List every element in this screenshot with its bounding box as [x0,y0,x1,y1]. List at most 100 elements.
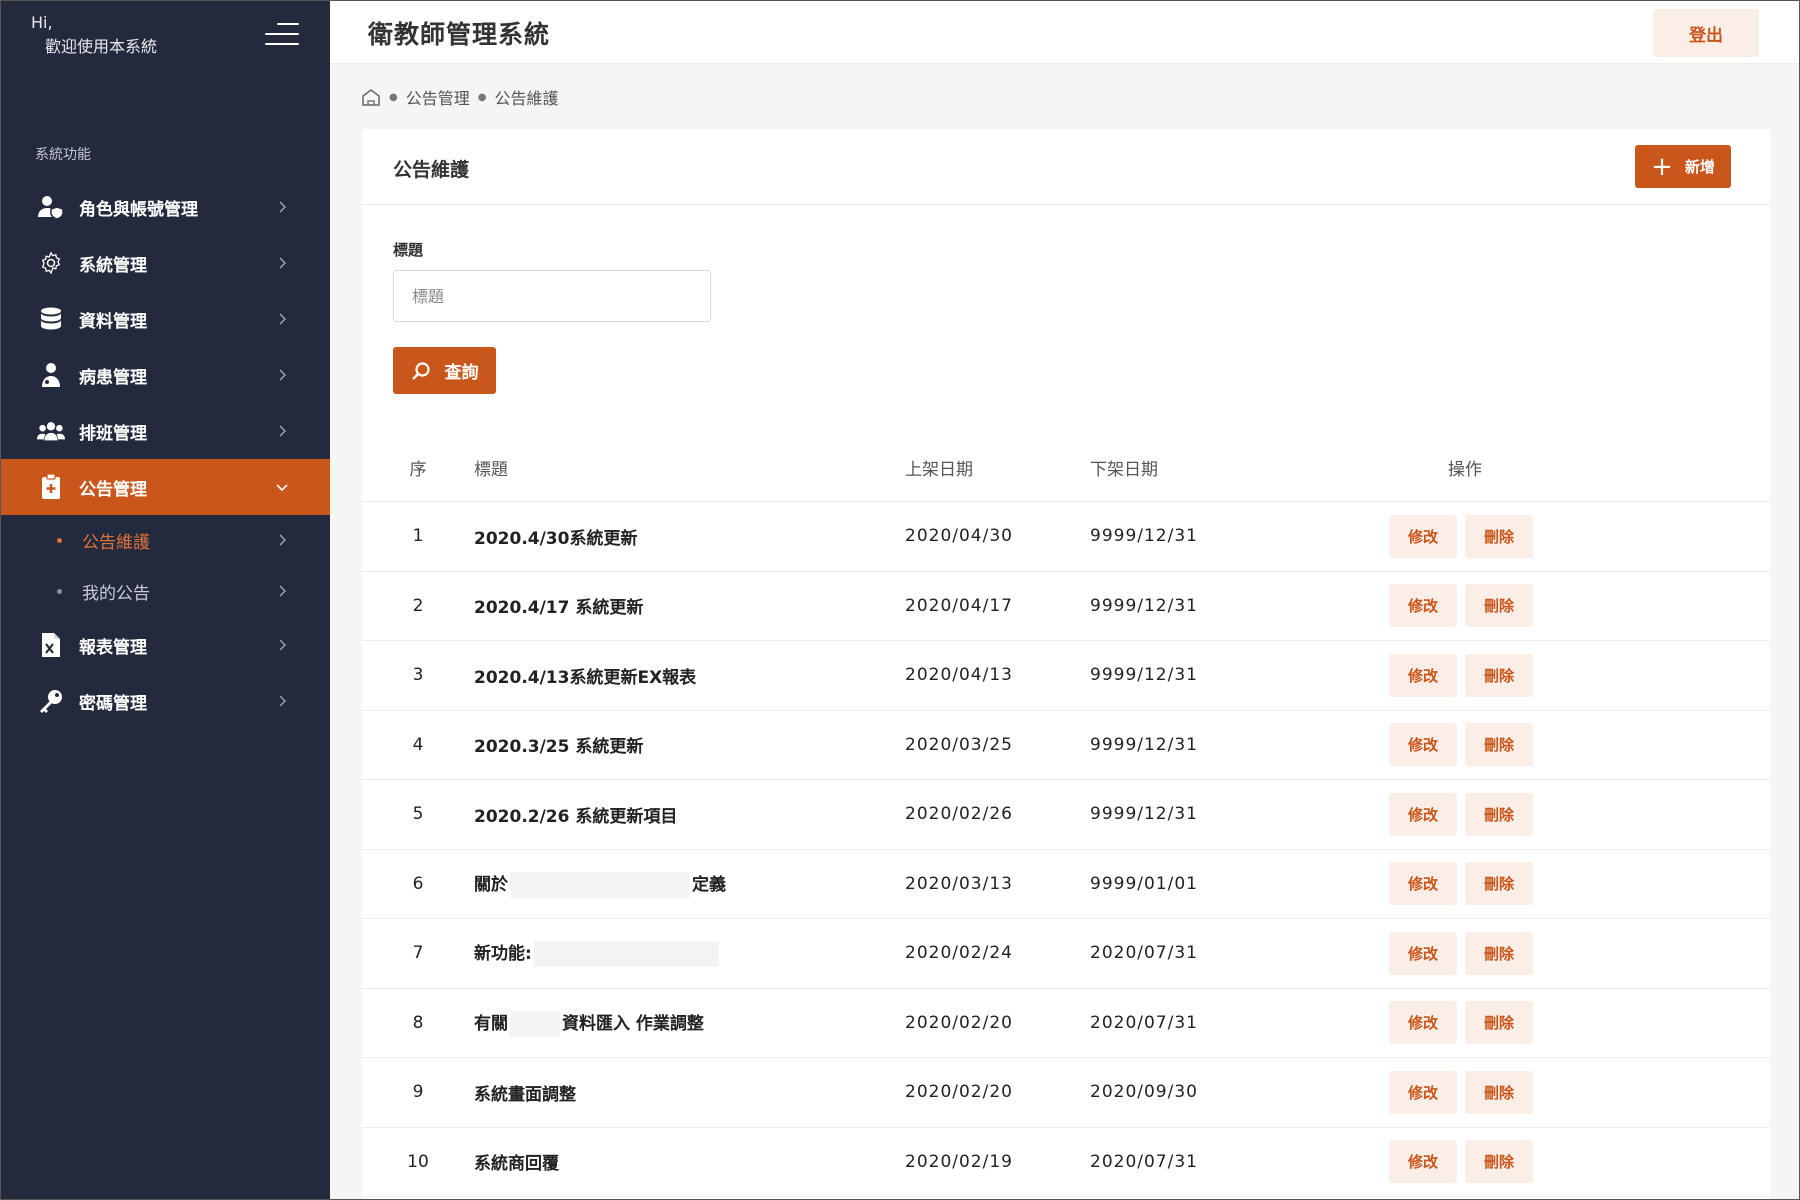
chevron-right-icon [279,639,287,651]
delete-button[interactable]: 刪除 [1465,514,1533,558]
row-end-date: 9999/12/31 [1090,804,1198,825]
row-end-date: 9999/12/31 [1090,734,1198,755]
add-button[interactable]: + 新增 [1635,145,1731,188]
row-title-text: 資料匯入 作業調整 [562,1013,704,1034]
row-title-text: 關於 [474,874,508,895]
row-start-date: 2020/02/19 [905,1151,1013,1172]
column-header: 序 [409,460,427,480]
chevron-right-icon [279,313,287,325]
row-title: 2020.2/26 系統更新項目 [474,802,905,827]
row-number: 10 [407,1151,429,1172]
sidebar: Hi, 歡迎使用本系統 系統功能 角色與帳號管理 系統管理 資料管理 病患管理 … [1,1,330,1199]
edit-button[interactable]: 修改 [1389,653,1457,697]
row-start-date: 2020/02/24 [905,943,1013,964]
edit-button[interactable]: 修改 [1389,792,1457,836]
row-title-text: 2020.3/25 系統更新 [474,737,644,758]
row-title-text: 系統畫面調整 [474,1084,576,1105]
column-header: 上架日期 [905,460,973,480]
delete-button[interactable]: 刪除 [1465,653,1533,697]
row-title: 有關 資料匯入 作業調整 [474,1009,905,1037]
delete-button[interactable]: 刪除 [1465,584,1533,628]
row-title-text: 2020.4/13系統更新EX報表 [474,667,697,688]
edit-button[interactable]: 修改 [1389,1140,1457,1184]
edit-button[interactable]: 修改 [1389,514,1457,558]
clipboard-plus-icon [37,473,65,501]
row-title-text: 定義 [692,874,726,895]
row-start-date: 2020/03/25 [905,734,1013,755]
breadcrumb-item[interactable]: 公告管理 [406,85,470,109]
table-row: 7 新功能: 2020/02/24 2020/07/31 修改 刪除 [362,919,1770,989]
chevron-right-icon [279,695,287,707]
sidebar-item-label: 病患管理 [79,367,147,388]
edit-button[interactable]: 修改 [1389,723,1457,767]
table-body: 1 2020.4/30系統更新 2020/04/30 9999/12/31 修改… [362,502,1770,1197]
edit-button[interactable]: 修改 [1389,584,1457,628]
search-button[interactable]: 查詢 [393,347,496,394]
sidebar-item-password[interactable]: 密碼管理 [1,673,330,729]
sidebar-section-label: 系統功能 [35,147,91,163]
sidebar-subitem-my-announcements[interactable]: 我的公告 [1,566,330,617]
announcement-card: 公告維護 + 新增 標題 查詢 序 標題 上架日期 下架日期 操作 1 2020… [362,129,1770,1199]
row-actions: 修改 刪除 [1315,1140,1615,1184]
delete-button[interactable]: 刪除 [1465,1070,1533,1114]
chevron-right-icon [279,425,287,437]
row-end-date: 9999/12/31 [1090,665,1198,686]
table-row: 10 系統商回覆 2020/02/19 2020/07/31 修改 刪除 [362,1128,1770,1197]
row-actions: 修改 刪除 [1315,584,1615,628]
sidebar-subitem-maintain[interactable]: 公告維護 [1,515,330,566]
title-search-input[interactable] [393,270,711,322]
row-title-text: 2020.4/30系統更新 [474,528,638,549]
delete-button[interactable]: 刪除 [1465,862,1533,906]
row-actions: 修改 刪除 [1315,723,1615,767]
delete-button[interactable]: 刪除 [1465,1001,1533,1045]
home-icon[interactable] [361,88,381,106]
edit-button[interactable]: 修改 [1389,862,1457,906]
delete-button[interactable]: 刪除 [1465,931,1533,975]
delete-button[interactable]: 刪除 [1465,723,1533,767]
bullet-dot [57,589,62,594]
column-header: 操作 [1448,460,1482,480]
sidebar-item-patients[interactable]: 病患管理 [1,347,330,403]
logout-button[interactable]: 登出 [1653,9,1759,57]
row-title: 關於 定義 [474,870,905,898]
delete-button[interactable]: 刪除 [1465,792,1533,836]
sidebar-item-system[interactable]: 系統管理 [1,235,330,291]
key-icon [37,687,65,715]
sidebar-subitem-label: 公告維護 [82,533,150,553]
row-start-date: 2020/04/17 [905,595,1013,616]
edit-button[interactable]: 修改 [1389,1070,1457,1114]
sidebar-item-data[interactable]: 資料管理 [1,291,330,347]
row-title: 2020.3/25 系統更新 [474,732,905,757]
sidebar-item-label: 報表管理 [79,637,147,658]
row-start-date: 2020/04/13 [905,665,1013,686]
edit-button[interactable]: 修改 [1389,931,1457,975]
row-end-date: 2020/09/30 [1090,1082,1198,1103]
sidebar-item-label: 系統管理 [79,255,147,276]
menu-toggle-icon[interactable] [265,21,299,47]
row-title: 系統商回覆 [474,1149,905,1174]
sidebar-item-announcements[interactable]: 公告管理 [1,459,330,515]
table-row: 3 2020.4/13系統更新EX報表 2020/04/13 9999/12/3… [362,641,1770,711]
app-window: Hi, 歡迎使用本系統 系統功能 角色與帳號管理 系統管理 資料管理 病患管理 … [0,0,1800,1200]
row-start-date: 2020/02/20 [905,1012,1013,1033]
announcement-table: 序 標題 上架日期 下架日期 操作 1 2020.4/30系統更新 2020/0… [362,434,1770,1197]
gear-icon [37,249,65,277]
row-number: 4 [412,734,424,755]
plus-icon: + [1651,151,1673,182]
table-row: 8 有關 資料匯入 作業調整 2020/02/20 2020/07/31 修改 刪… [362,989,1770,1058]
sidebar-item-schedule[interactable]: 排班管理 [1,403,330,459]
delete-button[interactable]: 刪除 [1465,1140,1533,1184]
sidebar-item-reports[interactable]: 報表管理 [1,617,330,673]
user-shield-icon [37,193,65,221]
row-title: 2020.4/13系統更新EX報表 [474,663,905,688]
sidebar-nav: 角色與帳號管理 系統管理 資料管理 病患管理 排班管理 公告管理 公告維護 我的… [1,179,330,729]
row-number: 8 [412,1012,424,1033]
row-actions: 修改 刪除 [1315,514,1615,558]
row-title-text: 系統商回覆 [474,1154,559,1175]
chevron-right-icon [279,534,287,546]
sidebar-item-label: 角色與帳號管理 [79,199,198,220]
sidebar-subitem-label: 我的公告 [82,584,150,604]
edit-button[interactable]: 修改 [1389,1001,1457,1045]
sidebar-item-roles[interactable]: 角色與帳號管理 [1,179,330,235]
table-row: 5 2020.2/26 系統更新項目 2020/02/26 9999/12/31… [362,780,1770,850]
